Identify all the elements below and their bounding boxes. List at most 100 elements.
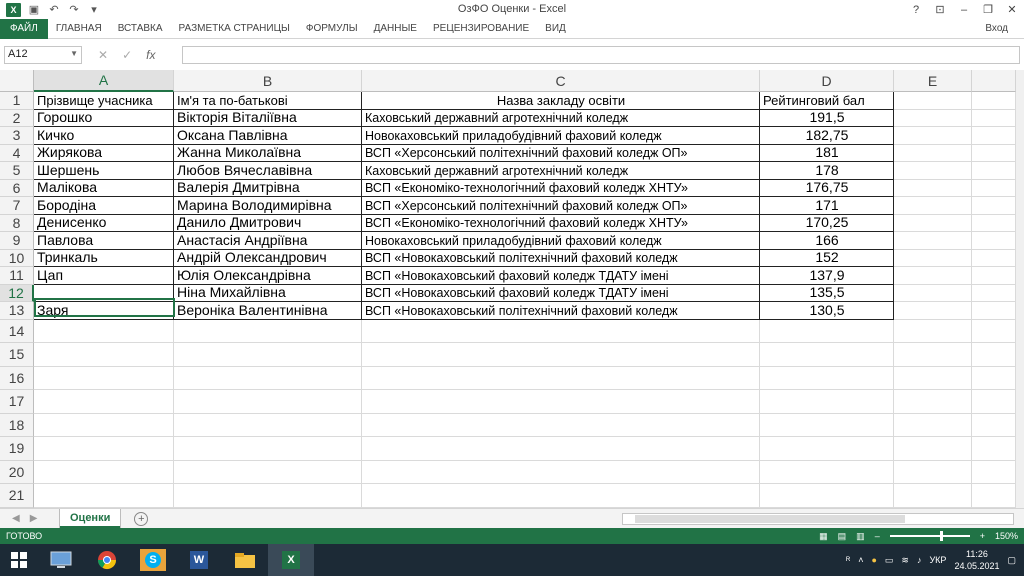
cell-e16[interactable] bbox=[894, 366, 972, 390]
cell-d10[interactable]: 152 bbox=[760, 249, 894, 267]
row-header-12[interactable]: 12 bbox=[0, 284, 34, 302]
cell-a14[interactable] bbox=[34, 319, 174, 343]
select-all-corner[interactable] bbox=[0, 70, 34, 92]
tab-data[interactable]: ДАННЫЕ bbox=[366, 19, 425, 39]
cell-e10[interactable] bbox=[894, 249, 972, 267]
page-break-view-icon[interactable]: ▥ bbox=[856, 531, 865, 542]
cell-e19[interactable] bbox=[894, 437, 972, 461]
cell-b2[interactable]: Вікторія Віталіївна bbox=[174, 109, 362, 127]
cell-b16[interactable] bbox=[174, 366, 362, 390]
cell-d12[interactable]: 135,5 bbox=[760, 284, 894, 302]
cell-d6[interactable]: 176,75 bbox=[760, 179, 894, 197]
cell-c14[interactable] bbox=[362, 319, 760, 343]
tab-page-layout[interactable]: РАЗМЕТКА СТРАНИЦЫ bbox=[171, 19, 298, 39]
row-header-2[interactable]: 2 bbox=[0, 109, 34, 127]
cell-f8[interactable] bbox=[972, 214, 1016, 232]
cell-e15[interactable] bbox=[894, 343, 972, 367]
cell-a3[interactable]: Кичко bbox=[34, 127, 174, 145]
cell-f20[interactable] bbox=[972, 460, 1016, 484]
row-header-1[interactable]: 1 bbox=[0, 92, 34, 110]
cell-c11[interactable]: ВСП «Новокаховський фаховий коледж ТДАТУ… bbox=[362, 267, 760, 285]
cell-e4[interactable] bbox=[894, 144, 972, 162]
cell-c9[interactable]: Новокаховський приладобудівний фаховий к… bbox=[362, 232, 760, 250]
column-header-e[interactable]: E bbox=[894, 70, 972, 92]
cell-c15[interactable] bbox=[362, 343, 760, 367]
battery-icon[interactable]: ▭ bbox=[885, 555, 894, 566]
cell-a11[interactable]: Цап bbox=[34, 267, 174, 285]
tab-view[interactable]: ВИД bbox=[537, 19, 574, 39]
sheet-tab-grades[interactable]: Оценки bbox=[60, 509, 121, 528]
cell-d13[interactable]: 130,5 bbox=[760, 302, 894, 320]
tab-formulas[interactable]: ФОРМУЛЫ bbox=[298, 19, 366, 39]
cell-e8[interactable] bbox=[894, 214, 972, 232]
show-hidden-icons-icon[interactable]: ˄ bbox=[858, 555, 863, 565]
cell-e6[interactable] bbox=[894, 179, 972, 197]
cell-c5[interactable]: Каховський державний агротехнічний колед… bbox=[362, 162, 760, 180]
file-explorer-icon[interactable] bbox=[222, 544, 268, 576]
cell-b6[interactable]: Валерія Дмитрівна bbox=[174, 179, 362, 197]
cell-b3[interactable]: Оксана Павлівна bbox=[174, 127, 362, 145]
chrome-icon[interactable] bbox=[84, 544, 130, 576]
page-layout-view-icon[interactable]: ▤ bbox=[838, 531, 847, 542]
cell-e14[interactable] bbox=[894, 319, 972, 343]
cell-c20[interactable] bbox=[362, 460, 760, 484]
cell-b17[interactable] bbox=[174, 390, 362, 414]
cell-b18[interactable] bbox=[174, 413, 362, 437]
chevron-down-icon[interactable]: ▼ bbox=[70, 49, 78, 58]
cell-c18[interactable] bbox=[362, 413, 760, 437]
cell-f11[interactable] bbox=[972, 267, 1016, 285]
row-header-17[interactable]: 17 bbox=[0, 390, 34, 414]
insert-function-icon[interactable]: fx bbox=[146, 48, 155, 62]
cell-a21[interactable] bbox=[34, 484, 174, 508]
cell-f21[interactable] bbox=[972, 484, 1016, 508]
row-header-18[interactable]: 18 bbox=[0, 413, 34, 437]
cell-d3[interactable]: 182,75 bbox=[760, 127, 894, 145]
cell-e13[interactable] bbox=[894, 302, 972, 320]
cell-d11[interactable]: 137,9 bbox=[760, 267, 894, 285]
cell-e1[interactable] bbox=[894, 92, 972, 110]
cell-f5[interactable] bbox=[972, 162, 1016, 180]
windows-start-icon[interactable] bbox=[0, 544, 38, 576]
cell-d7[interactable]: 171 bbox=[760, 197, 894, 215]
cell-a2[interactable]: Горошко bbox=[34, 109, 174, 127]
cell-f10[interactable] bbox=[972, 249, 1016, 267]
minimize-icon[interactable]: – bbox=[952, 4, 976, 16]
redo-icon[interactable]: ↷ bbox=[67, 3, 81, 17]
row-header-7[interactable]: 7 bbox=[0, 197, 34, 215]
row-header-14[interactable]: 14 bbox=[0, 319, 34, 343]
name-box[interactable]: A12 ▼ bbox=[4, 46, 82, 64]
horizontal-scrollbar[interactable] bbox=[622, 513, 1014, 525]
cancel-icon[interactable]: ✕ bbox=[98, 48, 108, 62]
cell-f12[interactable] bbox=[972, 284, 1016, 302]
cell-d8[interactable]: 170,25 bbox=[760, 214, 894, 232]
cell-e7[interactable] bbox=[894, 197, 972, 215]
cell-a7[interactable]: Бородіна bbox=[34, 197, 174, 215]
row-header-11[interactable]: 11 bbox=[0, 267, 34, 285]
cell-e21[interactable] bbox=[894, 484, 972, 508]
cell-b21[interactable] bbox=[174, 484, 362, 508]
cell-d17[interactable] bbox=[760, 390, 894, 414]
cell-a20[interactable] bbox=[34, 460, 174, 484]
zoom-in-icon[interactable]: + bbox=[980, 531, 985, 541]
cell-c16[interactable] bbox=[362, 366, 760, 390]
cell-f17[interactable] bbox=[972, 390, 1016, 414]
input-language[interactable]: УКР bbox=[929, 555, 946, 565]
cell-e2[interactable] bbox=[894, 109, 972, 127]
cell-e12[interactable] bbox=[894, 284, 972, 302]
cell-d19[interactable] bbox=[760, 437, 894, 461]
cell-d18[interactable] bbox=[760, 413, 894, 437]
save-icon[interactable]: ▣ bbox=[27, 3, 41, 17]
cell-f6[interactable] bbox=[972, 179, 1016, 197]
column-header-f[interactable] bbox=[972, 70, 1016, 92]
cell-f4[interactable] bbox=[972, 144, 1016, 162]
sign-in-link[interactable]: Вход bbox=[985, 23, 1008, 34]
cell-f15[interactable] bbox=[972, 343, 1016, 367]
row-header-21[interactable]: 21 bbox=[0, 484, 34, 508]
cell-a4[interactable]: Жирякова bbox=[34, 144, 174, 162]
cell-a8[interactable]: Денисенко bbox=[34, 214, 174, 232]
cell-d4[interactable]: 181 bbox=[760, 144, 894, 162]
cell-b13[interactable]: Вероніка Валентинівна bbox=[174, 302, 362, 320]
cell-c19[interactable] bbox=[362, 437, 760, 461]
cell-d16[interactable] bbox=[760, 366, 894, 390]
cell-f16[interactable] bbox=[972, 366, 1016, 390]
